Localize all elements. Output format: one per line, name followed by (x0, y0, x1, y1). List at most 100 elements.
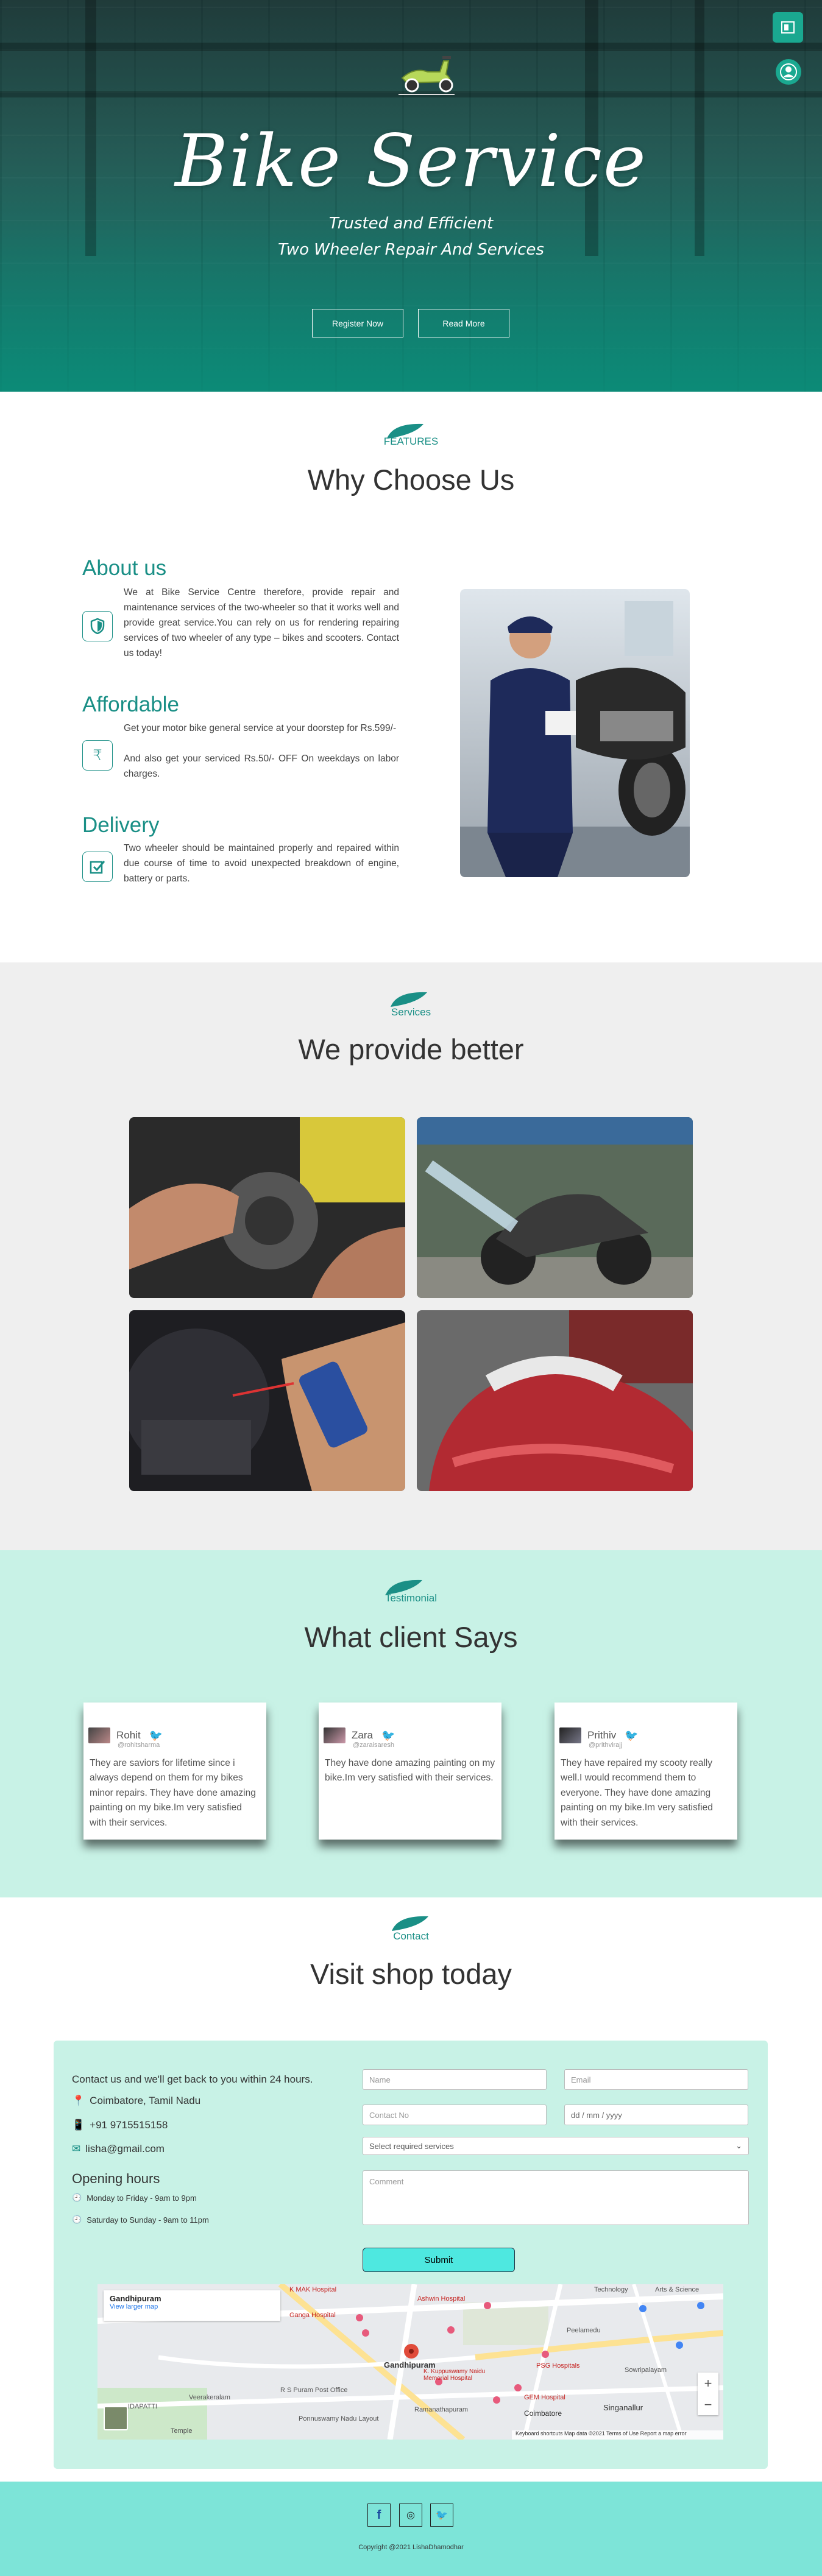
map-zoom-controls: + − (698, 2373, 718, 2415)
map-label: GEM Hospital (524, 2394, 565, 2401)
name-input[interactable]: Name (363, 2069, 547, 2090)
twitter-icon[interactable]: 🐦 (625, 1729, 638, 1742)
map-label: Coimbatore (524, 2409, 562, 2418)
testimonial-card: Rohit 🐦 @rohitsharma They are saviors fo… (83, 1703, 266, 1840)
hours-weekend: Saturday to Sunday - 9am to 11pm (87, 2215, 209, 2225)
map-label: PSG Hospitals (536, 2362, 580, 2370)
service-photo-washing (417, 1117, 693, 1298)
service-select[interactable]: Select required services ⌄ (363, 2137, 749, 2155)
clock-icon: 🕘 (72, 2193, 82, 2202)
map-attribution[interactable]: Keyboard shortcuts Map data ©2021 Terms … (512, 2430, 723, 2440)
client-handle[interactable]: @rohitsharma (118, 1741, 260, 1749)
map-label: Ganga Hospital (289, 2312, 336, 2319)
submit-button[interactable]: Submit (363, 2248, 515, 2272)
feature-heading: Affordable (82, 693, 179, 716)
contact-intro: Contact us and we'll get back to you wit… (72, 2073, 313, 2085)
client-handle[interactable]: @prithvirajj (589, 1741, 731, 1749)
hero-subtitle: Two Wheeler Repair And Services (278, 241, 544, 259)
copyright-text: Copyright @2021 LishaDhamodhar (358, 2544, 464, 2551)
client-name: Rohit (116, 1729, 141, 1741)
map-label: Ramanathapuram (414, 2406, 469, 2413)
map-place-card: Gandhipuram View larger map (104, 2290, 280, 2321)
zoom-in-icon[interactable]: + (704, 2376, 712, 2391)
section-tag: Contact (393, 1930, 429, 1942)
map-label: Arts & Science (655, 2286, 700, 2293)
map-label: K MAK Hospital (289, 2286, 337, 2293)
feature-text: And also get your serviced Rs.50/- OFF O… (124, 753, 399, 780)
rupee-icon: ₹ (82, 740, 113, 771)
section-title: What client Says (304, 1621, 518, 1653)
email-input[interactable]: Email (564, 2069, 748, 2090)
read-more-button[interactable]: Read More (418, 309, 509, 337)
client-handle[interactable]: @zaraisaresh (353, 1741, 495, 1749)
avatar (324, 1727, 345, 1743)
map-layer-toggle[interactable] (104, 2406, 128, 2430)
section-tag: FEATURES (383, 436, 439, 447)
user-account-icon (780, 63, 797, 80)
register-now-button[interactable]: Register Now (312, 309, 403, 337)
phone-row: 📱 +91 9715515158 (72, 2119, 168, 2131)
sidebar-toggle-button[interactable] (773, 12, 803, 43)
comment-textarea[interactable]: Comment (363, 2170, 749, 2225)
instagram-icon[interactable]: ◎ (399, 2504, 422, 2527)
service-photo-lubricate (129, 1310, 405, 1491)
twitter-icon[interactable]: 🐦 (381, 1729, 395, 1742)
section-title: Visit shop today (310, 1958, 512, 1990)
map-label: Ashwin Hospital (417, 2295, 466, 2303)
feature-text: Get your motor bike general service at y… (124, 723, 397, 733)
checkbox-icon (82, 852, 113, 882)
map-label: Peelamedu (567, 2327, 601, 2334)
client-name: Prithiv (587, 1729, 617, 1741)
map-label: R S Puram Post Office (280, 2387, 348, 2394)
client-name: Zara (352, 1729, 373, 1741)
mechanic-photo (460, 589, 690, 877)
opening-hours-title: Opening hours (72, 2171, 160, 2186)
feature-text: We at Bike Service Centre therefore, pro… (124, 587, 399, 659)
sidebar-toggle-icon (781, 21, 795, 34)
section-tag: Testimonial (384, 1592, 438, 1604)
user-account-button[interactable] (776, 59, 801, 85)
twitter-icon[interactable]: 🐦 (430, 2504, 453, 2527)
hours-row: 🕘 Saturday to Sunday - 9am to 11pm (72, 2215, 209, 2225)
contact-number-input[interactable]: Contact No (363, 2105, 547, 2125)
feature-text: Two wheeler should be maintained properl… (124, 843, 399, 884)
map-label: Veerakeralam (189, 2394, 230, 2401)
address-row: 📍 Coimbatore, Tamil Nadu (72, 2095, 200, 2107)
section-title: We provide better (298, 1033, 524, 1065)
service-select-value: Select required services (369, 2141, 454, 2151)
shield-icon (82, 611, 113, 641)
testimonial-text: They have done amazing painting on my bi… (325, 1758, 495, 1784)
facebook-icon[interactable]: f (367, 2504, 391, 2527)
leaf-decoration-icon (391, 992, 427, 1007)
map-label: K. Kuppuswamy Naidu Memorial Hospital (423, 2368, 486, 2382)
phone-icon: 📱 (72, 2119, 85, 2131)
email-text[interactable]: lisha@gmail.com (85, 2143, 165, 2155)
testimonial-text: They have repaired my scooty really well… (561, 1758, 713, 1828)
map-label: Singanallur (603, 2403, 643, 2412)
map-place-name: Gandhipuram (110, 2294, 161, 2303)
hero-title: Bike Service (175, 119, 647, 203)
view-larger-map-link[interactable]: View larger map (110, 2303, 274, 2310)
map-label: Temple (171, 2427, 193, 2435)
testimonial-card: Prithiv 🐦 @prithvirajj They have repaire… (554, 1703, 737, 1840)
location-map[interactable]: Gandhipuram View larger map Gandhipuram … (97, 2284, 723, 2440)
address-text: Coimbatore, Tamil Nadu (90, 2095, 201, 2106)
hours-weekday: Monday to Friday - 9am to 9pm (87, 2193, 197, 2203)
envelope-icon: ✉ (72, 2143, 81, 2154)
twitter-icon[interactable]: 🐦 (149, 1729, 163, 1742)
feature-heading: About us (82, 556, 167, 580)
leaf-decoration-icon (392, 1916, 428, 1931)
date-input[interactable]: dd / mm / yyyy (564, 2105, 748, 2125)
zoom-out-icon[interactable]: − (704, 2397, 712, 2413)
chevron-down-icon: ⌄ (735, 2141, 742, 2150)
phone-text[interactable]: +91 9715515158 (90, 2119, 168, 2131)
avatar (88, 1727, 110, 1743)
location-pin-icon: 📍 (72, 2095, 85, 2106)
hours-row: 🕘 Monday to Friday - 9am to 9pm (72, 2193, 197, 2203)
hero-subtitle: Trusted and Efficient (328, 214, 494, 233)
service-photo-engine (129, 1117, 405, 1298)
scooter-logo-icon (399, 56, 455, 95)
testimonial-card: Zara 🐦 @zaraisaresh They have done amazi… (319, 1703, 501, 1840)
service-photo-painting (417, 1310, 693, 1491)
map-label: IDAPATTI (128, 2403, 157, 2410)
